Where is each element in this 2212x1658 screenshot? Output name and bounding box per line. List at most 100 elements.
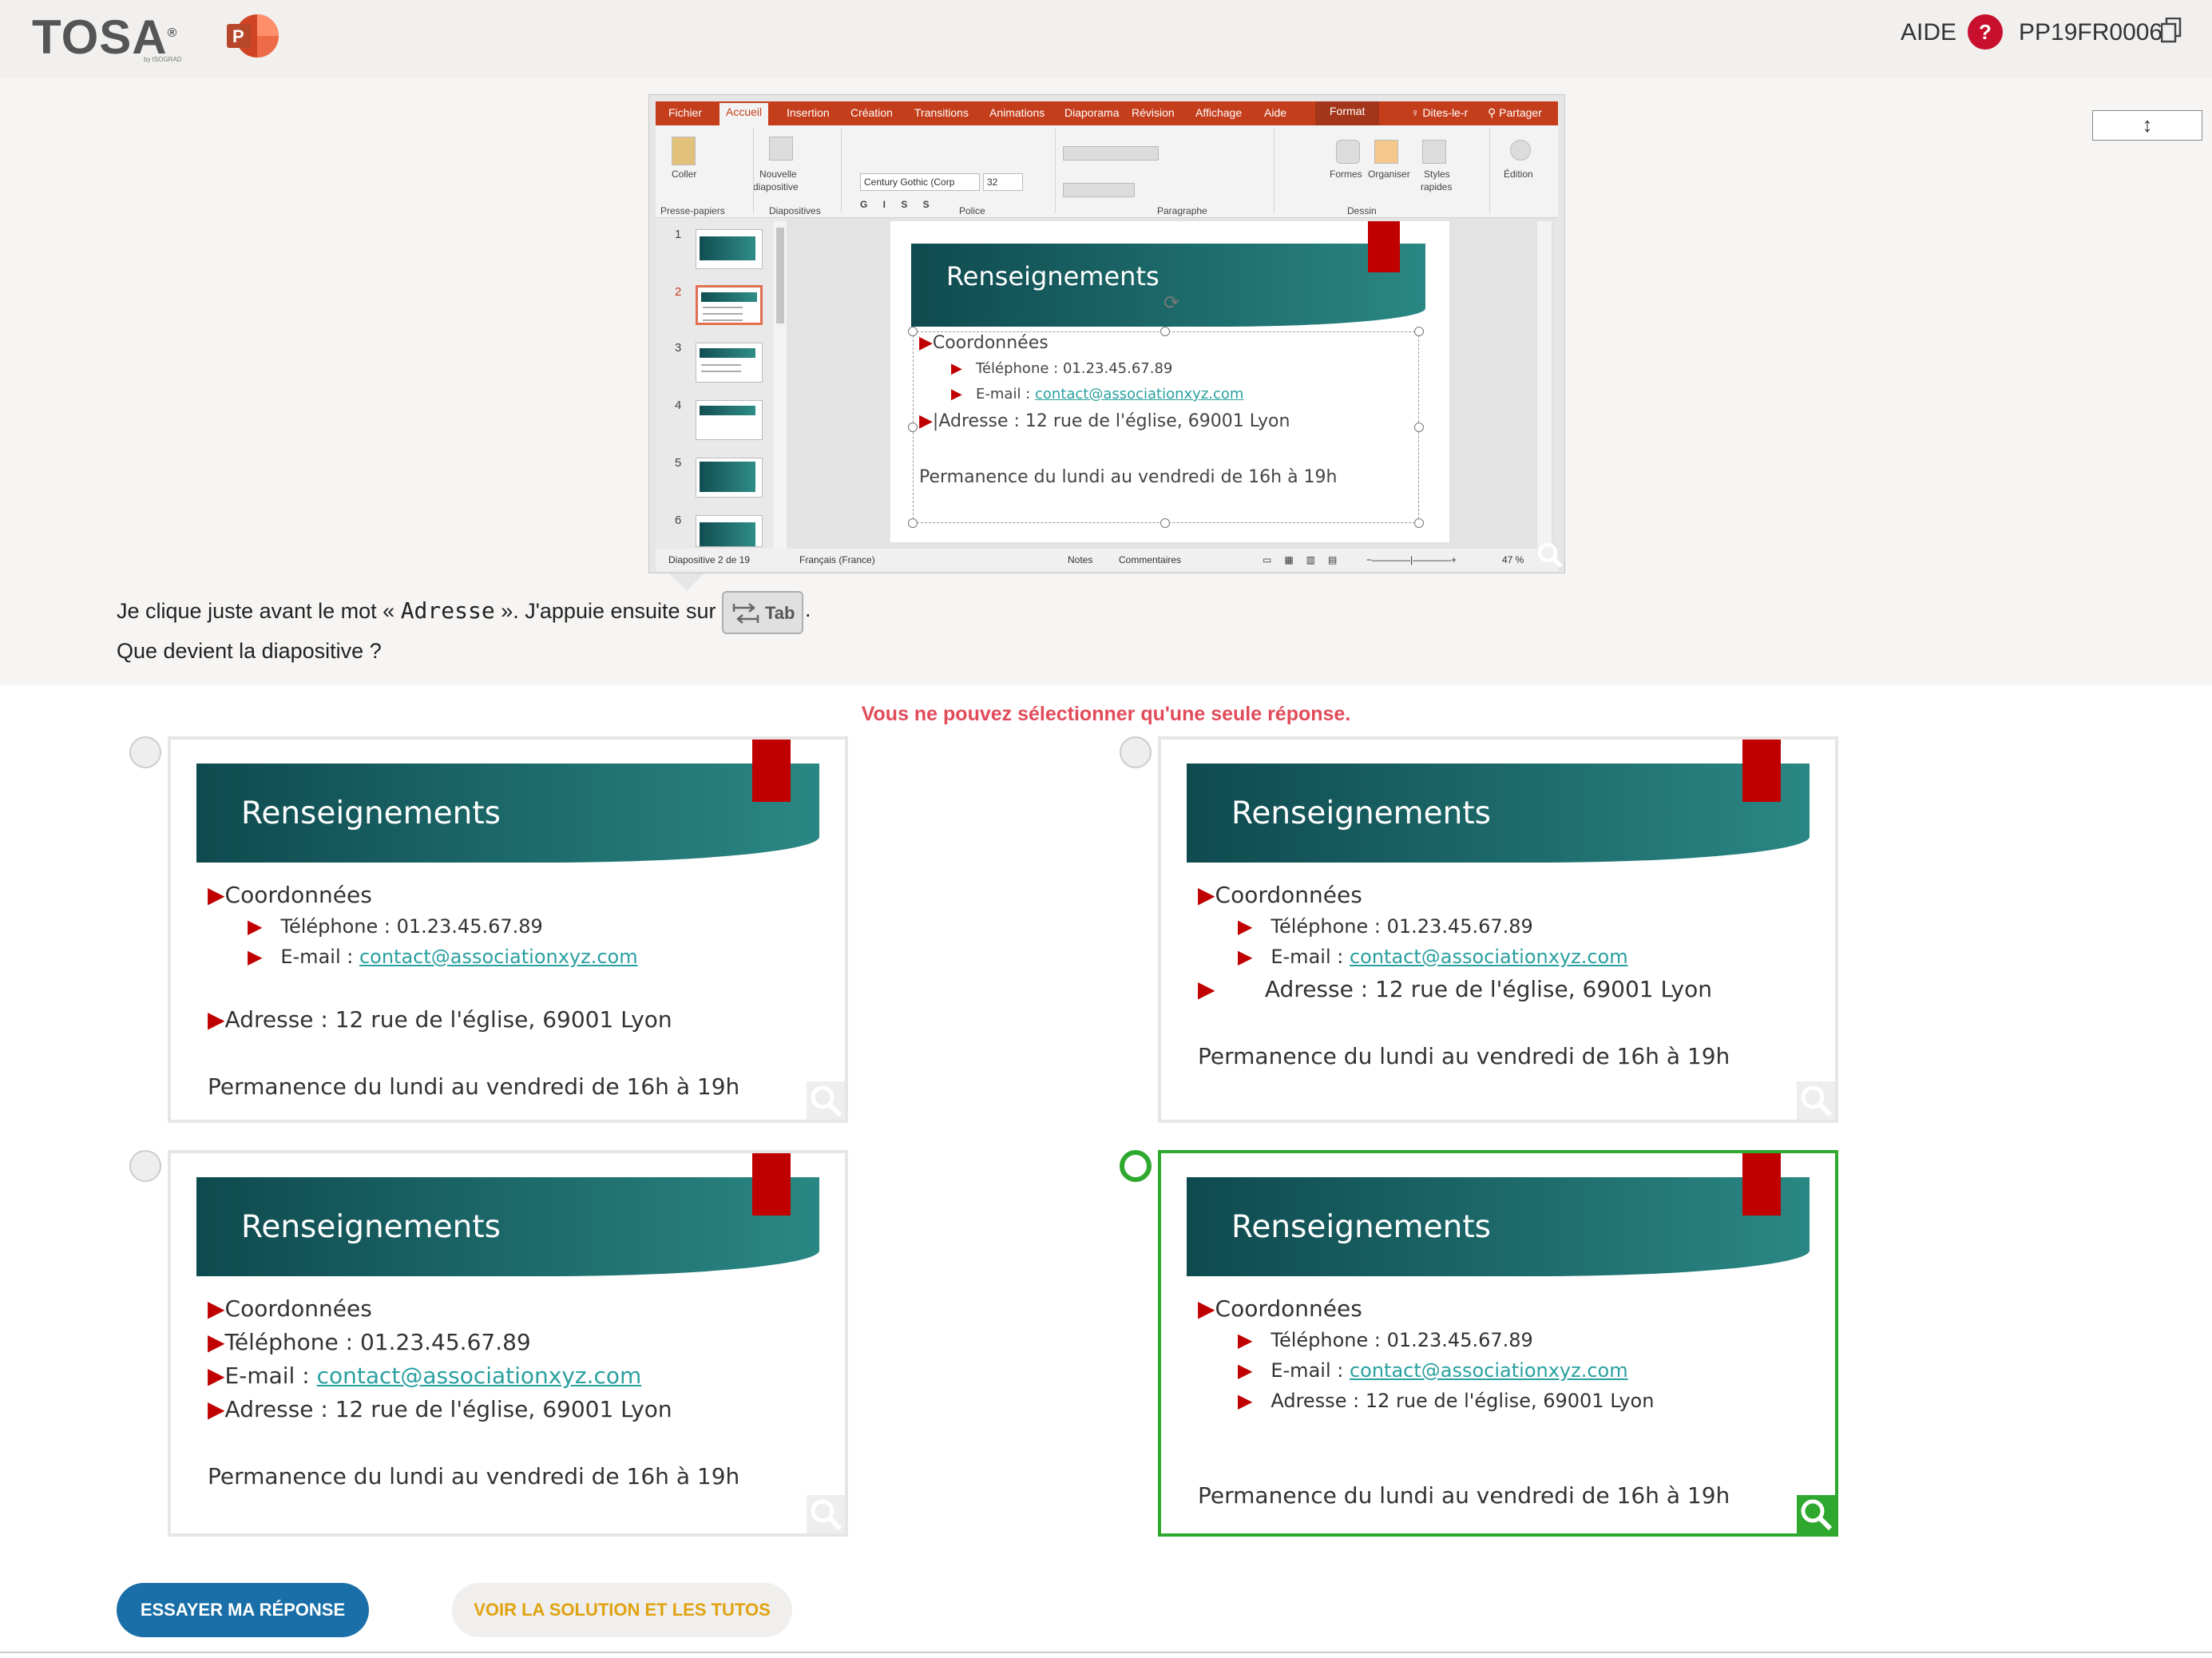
view-buttons: ▭▦▥▤ xyxy=(1263,554,1350,565)
copy-icon[interactable] xyxy=(2161,18,2182,43)
option-title: Renseignements xyxy=(241,1209,501,1245)
red-bookmark xyxy=(752,740,791,802)
slide-counter: Diapositive 2 de 19 xyxy=(668,554,751,565)
tab-format: Format xyxy=(1315,101,1380,125)
paragraph-icons xyxy=(1063,146,1159,161)
bullet-coordonnees: ▶Coordonnées xyxy=(919,333,1049,353)
red-bookmark xyxy=(1368,221,1400,272)
email-link: contact@associationxyz.com xyxy=(316,1362,642,1389)
thumb-number: 3 xyxy=(675,341,682,355)
option-a[interactable]: Renseignements ▶Coordonnées ▶ Téléphone … xyxy=(168,736,848,1123)
bullet-email: ▶ E-mail : contact@associationxyz.com xyxy=(1238,946,1628,968)
thumb-slide xyxy=(696,229,763,269)
group-slides: Diapositives xyxy=(769,205,821,216)
quick-styles-label: Styles xyxy=(1424,169,1450,180)
svg-text:P: P xyxy=(232,26,244,46)
red-bookmark xyxy=(1742,1153,1781,1216)
ribbon-separator xyxy=(1055,129,1056,213)
quick-styles-icon xyxy=(1422,140,1446,164)
zoom-magnifier-icon[interactable] xyxy=(1797,1495,1835,1533)
option-c[interactable]: Renseignements ▶Coordonnées ▶Téléphone :… xyxy=(168,1150,848,1537)
slide-title: Renseignements xyxy=(946,261,1160,292)
status-bar: Diapositive 2 de 19 Français (France) No… xyxy=(656,549,1558,571)
view-solution-button[interactable]: VOIR LA SOLUTION ET LES TUTOS xyxy=(452,1583,792,1637)
zoom-magnifier-icon[interactable] xyxy=(807,1081,845,1120)
zoom-magnifier-icon[interactable] xyxy=(1534,539,1566,571)
thumb-slide xyxy=(696,515,763,547)
tab-creation: Création xyxy=(850,106,893,119)
tab-diaporama: Diaporama xyxy=(1064,106,1120,119)
resize-handle xyxy=(908,518,918,528)
rotate-handle-icon: ⟳ xyxy=(1163,292,1180,314)
thumb-slide xyxy=(696,458,763,498)
option-a-radio[interactable] xyxy=(129,736,161,768)
comments-button: Commentaires xyxy=(1119,554,1182,565)
bullet-coordonnees: ▶Coordonnées xyxy=(1198,882,1362,908)
option-c-radio[interactable] xyxy=(129,1150,161,1182)
bullet-telephone: ▶ Téléphone : 01.23.45.67.89 xyxy=(1238,915,1533,938)
ribbon-separator xyxy=(753,129,754,213)
top-bar: TOSA® by ISOGRAD P AIDE ? PP19FR0006 xyxy=(0,0,2212,78)
bullet-telephone: ▶Téléphone : 01.23.45.67.89 xyxy=(208,1329,531,1355)
bullet-telephone: ▶ Téléphone : 01.23.45.67.89 xyxy=(248,915,543,938)
bullet-telephone: ▶ Téléphone : 01.23.45.67.89 xyxy=(951,360,1173,377)
current-slide: Renseignements ⟳ ▶Coordonnées ▶ Téléphon… xyxy=(890,221,1449,542)
bullet-adresse: ▶ Adresse : 12 rue de l'église, 69001 Ly… xyxy=(1238,1390,1655,1412)
tell-me-box: ♀ Dites-le-r xyxy=(1411,106,1469,119)
slide-thumbnails-pane: 1 2 3 4 5 6 xyxy=(656,218,785,549)
help-label[interactable]: AIDE xyxy=(1901,19,1956,46)
language-status: Français (France) xyxy=(799,554,875,565)
tab-arrows-icon xyxy=(732,603,759,624)
bullet-email: ▶ E-mail : contact@associationxyz.com xyxy=(1238,1359,1628,1382)
permanence-text: Permanence du lundi au vendredi de 16h à… xyxy=(1198,1482,1730,1509)
thumb-slide xyxy=(696,400,763,440)
zoom-magnifier-icon[interactable] xyxy=(807,1495,845,1533)
question-code: PP19FR0006 xyxy=(2019,19,2163,46)
resize-handle xyxy=(908,327,918,336)
editing-label: Édition xyxy=(1504,169,1533,180)
new-slide-icon xyxy=(769,137,793,161)
zoom-slider: −————|————+ xyxy=(1366,554,1457,565)
arrange-label: Organiser xyxy=(1368,169,1410,180)
thumbs-scrollbar xyxy=(774,221,787,549)
thumb-slide xyxy=(696,343,763,383)
zoom-level: 47 % xyxy=(1502,554,1524,565)
single-answer-warning: Vous ne pouvez sélectionner qu'une seule… xyxy=(861,703,1351,725)
group-font: Police xyxy=(959,205,985,216)
bullet-adresse: ▶Adresse : 12 rue de l'église, 69001 Lyo… xyxy=(208,1006,672,1033)
resize-toggle-button[interactable]: ↕ xyxy=(2092,110,2202,141)
resize-handle xyxy=(908,422,918,432)
bullet-adresse: ▶|Adresse : 12 rue de l'église, 69001 Ly… xyxy=(919,411,1290,431)
bullet-coordonnees: ▶Coordonnées xyxy=(208,1295,372,1322)
email-link: contact@associationxyz.com xyxy=(1034,386,1244,403)
tab-revision: Révision xyxy=(1132,106,1175,119)
email-link: contact@associationxyz.com xyxy=(1349,1359,1628,1382)
tab-aide: Aide xyxy=(1264,106,1287,119)
email-link: contact@associationxyz.com xyxy=(1349,946,1628,968)
font-size-box: 32 xyxy=(983,173,1023,191)
shapes-icon xyxy=(1336,140,1360,164)
arrange-icon xyxy=(1374,140,1398,164)
thumb-slide-selected xyxy=(696,285,763,325)
logo-subtitle: by ISOGRAD xyxy=(144,56,182,63)
option-title: Renseignements xyxy=(1231,795,1491,831)
tab-insertion: Insertion xyxy=(787,106,830,119)
thumb-number: 5 xyxy=(675,456,682,470)
option-b-radio[interactable] xyxy=(1120,736,1152,768)
ribbon-separator xyxy=(1489,129,1490,213)
ribbon-separator xyxy=(841,129,842,213)
tab-animations: Animations xyxy=(989,106,1045,119)
submit-answer-button[interactable]: ESSAYER MA RÉPONSE xyxy=(117,1583,369,1637)
option-b[interactable]: Renseignements ▶Coordonnées ▶ Téléphone … xyxy=(1158,736,1838,1123)
help-icon[interactable]: ? xyxy=(1968,14,2003,50)
option-d-radio[interactable] xyxy=(1120,1150,1152,1182)
shapes-label: Formes xyxy=(1330,169,1362,180)
permanence-text: Permanence du lundi au vendredi de 16h à… xyxy=(1198,1043,1730,1069)
option-d[interactable]: Renseignements ▶Coordonnées ▶ Téléphone … xyxy=(1158,1150,1838,1537)
resize-handle xyxy=(1414,422,1424,432)
tab-fichier: Fichier xyxy=(668,106,703,119)
paste-icon xyxy=(672,137,696,165)
question-line-1: Je clique juste avant le mot « Adresse »… xyxy=(117,597,716,624)
permanence-text: Permanence du lundi au vendredi de 16h à… xyxy=(208,1463,740,1489)
zoom-magnifier-icon[interactable] xyxy=(1797,1081,1835,1120)
